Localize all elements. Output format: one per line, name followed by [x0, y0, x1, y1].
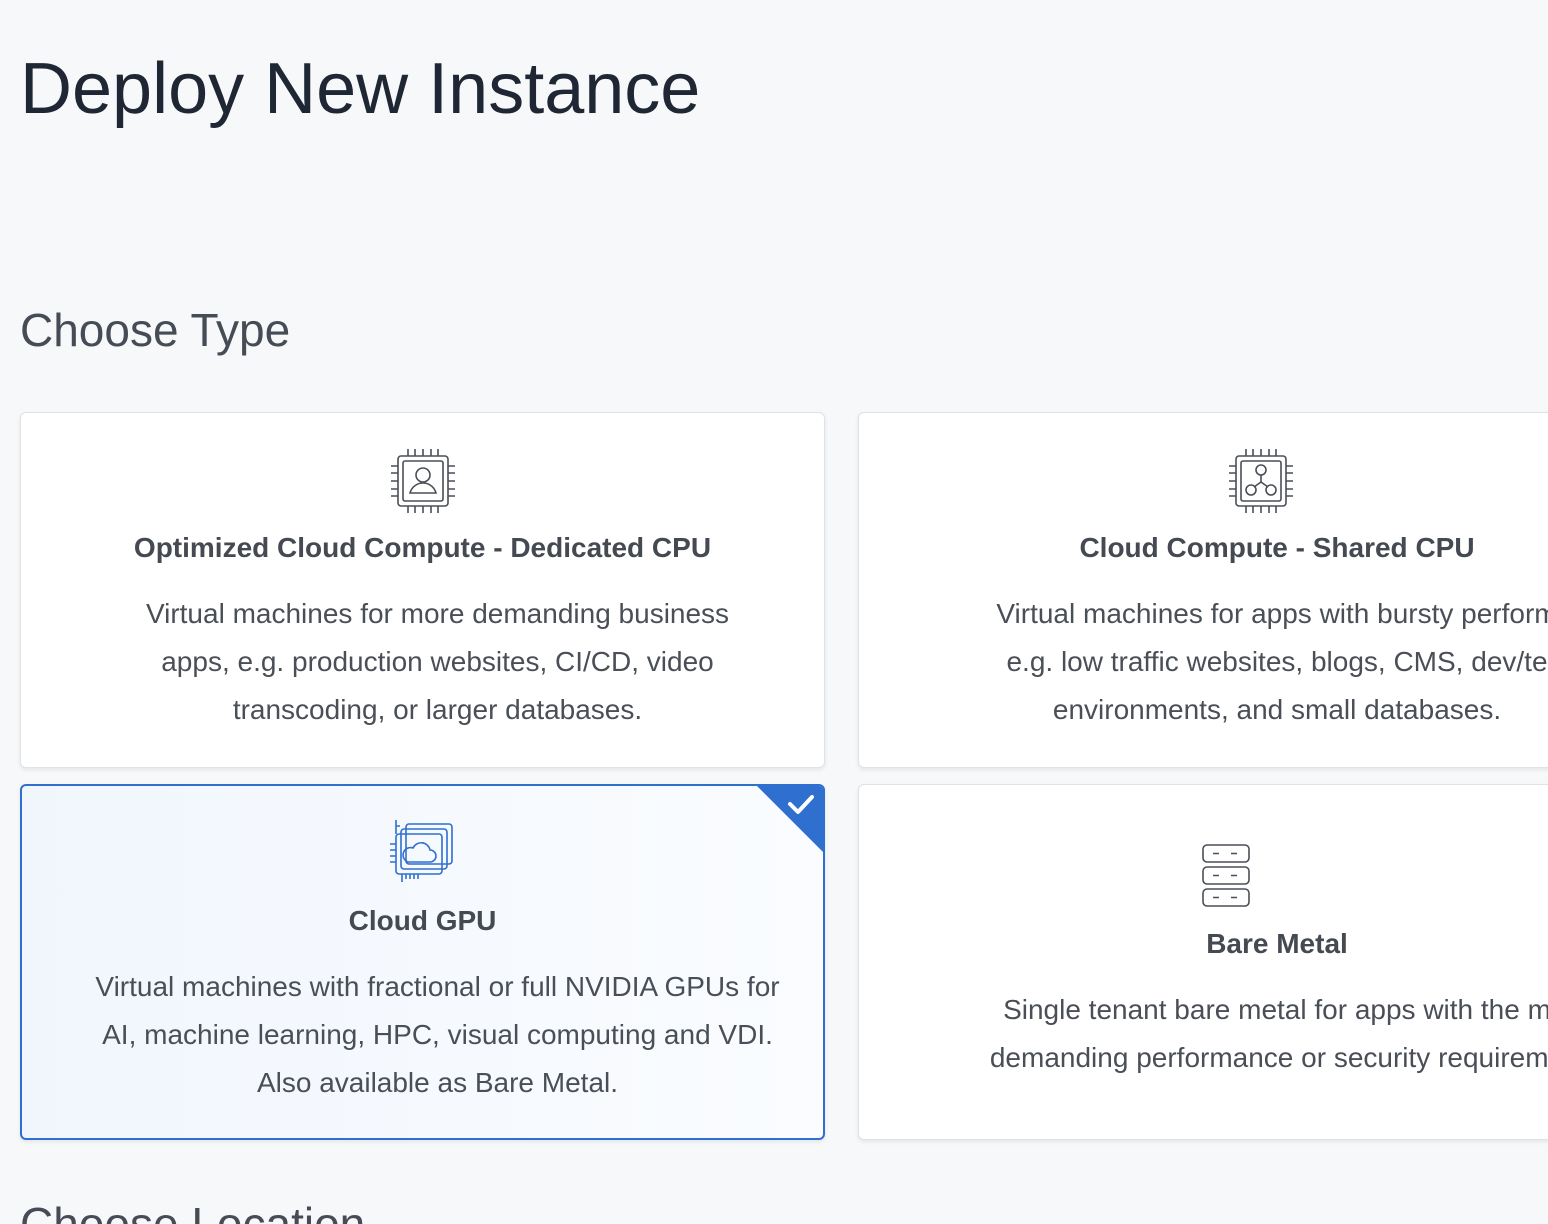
- page-title: Deploy New Instance: [20, 49, 701, 129]
- card-title: Optimized Cloud Compute - Dedicated CPU: [133, 532, 712, 563]
- card-description-line: e.g. low traffic websites, blogs, CMS, d…: [1006, 646, 1548, 677]
- type-card-dedicated-cpu[interactable]: Optimized Cloud Compute - Dedicated CPU …: [20, 412, 825, 768]
- choose-location-heading: Choose Location: [20, 1198, 366, 1224]
- card-description-line: demanding performance or security requir…: [989, 1042, 1548, 1073]
- gpu-cloud-icon: [389, 820, 453, 882]
- server-stack-icon: [1202, 844, 1250, 907]
- card-title: Cloud Compute - Shared CPU: [1079, 532, 1475, 563]
- card-description-line: environments, and small databases.: [1052, 694, 1502, 725]
- card-description-line: Single tenant bare metal for apps with t…: [1003, 994, 1548, 1025]
- cpu-user-icon: [390, 449, 455, 513]
- card-title: Bare Metal: [1206, 928, 1348, 959]
- choose-type-heading: Choose Type: [20, 304, 291, 356]
- cpu-share-icon: [1229, 449, 1293, 513]
- selected-check-icon: [757, 786, 823, 852]
- card-title: Cloud GPU: [348, 905, 497, 936]
- card-description: Virtual machines with fractional or full…: [95, 971, 780, 1098]
- type-card-cloud-gpu[interactable]: Cloud GPU Virtual machines with fraction…: [20, 784, 825, 1140]
- card-description-line: Virtual machines for apps with bursty pe…: [996, 598, 1548, 629]
- card-description: Virtual machines for more demanding busi…: [145, 598, 730, 725]
- type-card-shared-cpu[interactable]: Cloud Compute - Shared CPU Virtual machi…: [858, 412, 1548, 768]
- type-card-bare-metal[interactable]: Bare Metal Single tenant bare metal for …: [858, 784, 1548, 1140]
